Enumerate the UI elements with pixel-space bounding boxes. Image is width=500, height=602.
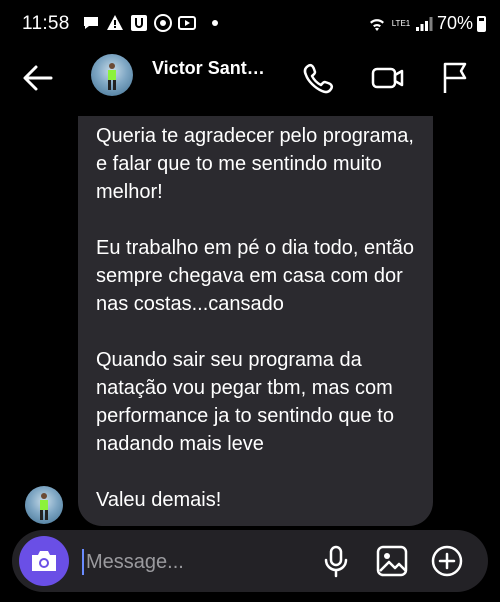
media-icon — [178, 16, 196, 30]
phone-icon[interactable] — [300, 60, 336, 96]
signal-icon — [415, 16, 433, 31]
system-status: LTE1 70% — [367, 13, 486, 34]
avatar-person-figure — [40, 493, 48, 520]
image-icon[interactable] — [374, 543, 410, 579]
app-u-icon — [131, 15, 147, 31]
message-paragraph: Valeu demais! — [96, 489, 222, 511]
status-bar: 11:58 LTE1 70% — [0, 0, 500, 48]
camera-button[interactable] — [19, 536, 69, 586]
wifi-icon — [369, 18, 384, 31]
microphone-icon[interactable] — [318, 543, 354, 579]
text-cursor — [82, 549, 84, 575]
notification-icons — [82, 14, 218, 32]
sender-avatar[interactable] — [25, 486, 63, 524]
status-time: 11:58 — [22, 13, 70, 34]
message-paragraph: Eu trabalho em pé o dia todo, então semp… — [96, 237, 415, 315]
flag-icon[interactable] — [438, 60, 474, 96]
battery-percent: 70% — [436, 13, 473, 33]
camera-icon — [32, 551, 56, 571]
back-arrow-icon[interactable] — [18, 60, 58, 96]
battery-icon — [477, 15, 486, 32]
message-paragraph: Queria te agradecer pelo programa, e fal… — [96, 125, 414, 203]
warning-icon — [107, 15, 123, 30]
network-type: LTE1 — [391, 18, 411, 28]
more-notifications-dot — [212, 20, 218, 26]
message-composer — [12, 530, 488, 592]
chat-header: Victor Sant… — [0, 48, 500, 108]
video-camera-icon[interactable] — [370, 60, 406, 96]
avatar-person-figure — [108, 63, 116, 90]
contact-name[interactable]: Victor Sant… — [152, 58, 265, 79]
add-circle-icon[interactable] — [429, 543, 465, 579]
chrome-icon — [154, 14, 172, 32]
chat-notification-icon — [84, 17, 98, 29]
contact-avatar[interactable] — [91, 54, 133, 96]
message-text: Queria te agradecer pelo programa, e fal… — [96, 122, 426, 514]
message-paragraph: Quando sair seu programa da natação vou … — [96, 349, 394, 455]
message-input[interactable] — [86, 546, 306, 578]
